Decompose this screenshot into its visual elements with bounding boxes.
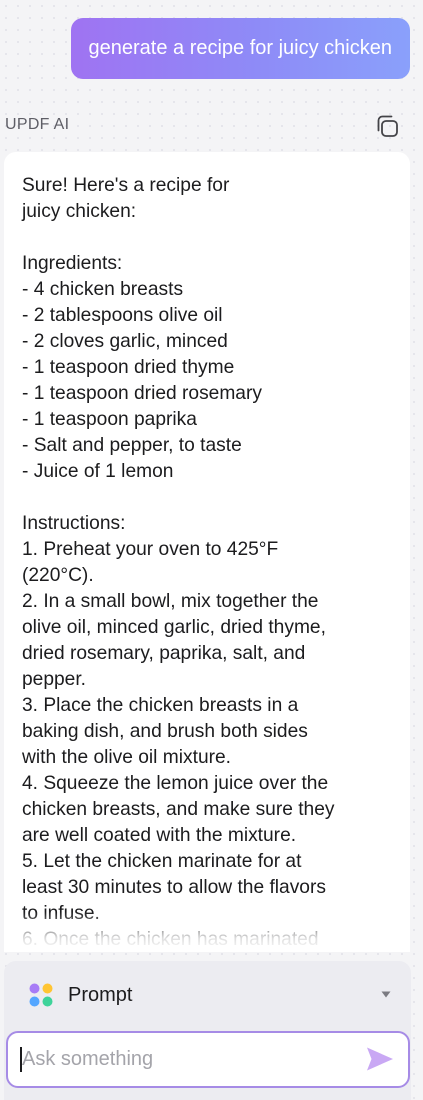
assistant-name: UPDF AI: [5, 116, 70, 133]
assistant-response-text: Sure! Here's a recipe for juicy chicken:…: [22, 175, 335, 950]
ask-input[interactable]: [22, 1033, 356, 1086]
caret-down-icon[interactable]: [381, 991, 391, 998]
assistant-response-card: Sure! Here's a recipe for juicy chicken:…: [4, 152, 410, 952]
composer-panel: Prompt: [4, 961, 411, 1100]
prompt-selector[interactable]: Prompt: [4, 961, 411, 1027]
send-icon[interactable]: [366, 1046, 394, 1072]
four-dots-icon: [29, 983, 53, 1007]
ask-input-box[interactable]: [6, 1031, 410, 1088]
text-caret: [20, 1047, 22, 1072]
prompt-selector-label: Prompt: [68, 984, 133, 1006]
user-message-bubble: generate a recipe for juicy chicken: [70, 18, 410, 79]
assistant-header: UPDF AI: [0, 112, 423, 140]
copy-icon[interactable]: [373, 112, 401, 140]
